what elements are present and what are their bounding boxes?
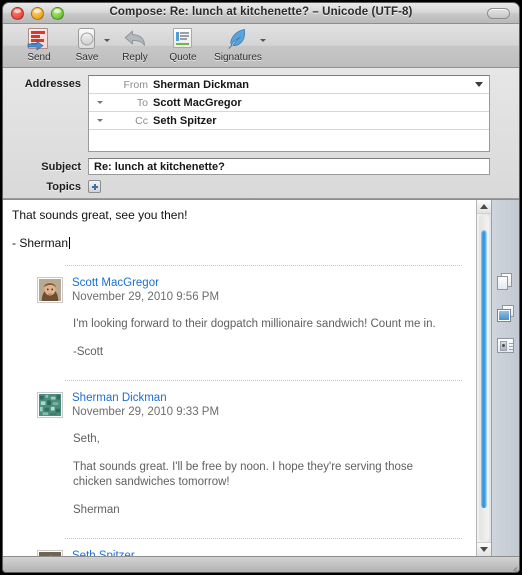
quoted-paragraph: I'm looking forward to their dogpatch mi… [73, 318, 436, 330]
cc-popup-button[interactable] [89, 119, 111, 122]
addresses-row: Addresses From Sherman Dickman To Scott … [3, 75, 519, 152]
quote-icon [170, 27, 196, 51]
editor-area: That sounds great, see you then! - Sherm… [3, 199, 519, 556]
signatures-menu-caret-icon[interactable] [260, 39, 266, 42]
avatar-image [39, 394, 61, 416]
address-row-from[interactable]: From Sherman Dickman [89, 76, 489, 94]
quoted-author[interactable]: Sherman Dickman [72, 392, 219, 405]
address-row-empty[interactable] [89, 130, 489, 151]
addresses-label: Addresses [24, 78, 81, 90]
quoted-header: Sherman Dickman November 29, 2010 9:33 P… [12, 392, 462, 419]
cc-type-label: Cc [135, 114, 148, 127]
topics-row: Topics [3, 180, 519, 193]
message-body-editor[interactable]: That sounds great, see you then! - Sherm… [3, 200, 476, 556]
topics-label: Topics [46, 180, 81, 193]
quoted-body: Seth, That sounds great. I'll be free by… [12, 432, 462, 518]
side-rail [491, 200, 519, 556]
compose-line-2: - Sherman [12, 236, 69, 250]
scrollbar-thumb[interactable] [481, 230, 487, 508]
quoted-paragraph: -Scott [73, 346, 104, 358]
chevron-down-icon [97, 101, 103, 104]
save-label: Save [75, 52, 99, 63]
compose-line-1: That sounds great, see you then! [12, 208, 188, 222]
sherman-avatar [37, 392, 63, 418]
quoted-meta: Sherman Dickman November 29, 2010 9:33 P… [72, 392, 219, 419]
quoted-message: Sherman Dickman November 29, 2010 9:33 P… [12, 381, 462, 522]
signature-icon [225, 27, 251, 51]
send-label: Send [27, 52, 51, 63]
scrollbar-track[interactable] [479, 214, 489, 542]
quoted-date: November 29, 2010 9:56 PM [72, 291, 220, 303]
quoted-author[interactable]: Scott MacGregor [72, 277, 219, 290]
send-arrow-glyph [27, 41, 44, 51]
feather-quill-glyph [228, 29, 246, 49]
quote-button[interactable]: Quote [159, 26, 207, 66]
quoted-message: Scott MacGregor November 29, 2010 9:56 P… [12, 266, 462, 364]
quoted-message: Seth Spitzer November 29, 2010 9:28 PM [12, 539, 462, 556]
vertical-scrollbar[interactable] [476, 200, 491, 556]
window-title: Compose: Re: lunch at kitchenette? – Uni… [109, 6, 413, 18]
resize-grip[interactable] [504, 563, 518, 572]
compose-window: Compose: Re: lunch at kitchenette? – Uni… [2, 2, 520, 573]
reply-button[interactable]: Reply [111, 26, 159, 66]
save-menu-caret-icon[interactable] [104, 39, 110, 42]
to-value[interactable]: Scott MacGregor [153, 97, 489, 109]
cc-value[interactable]: Seth Spitzer [153, 115, 489, 127]
scott-avatar [37, 277, 63, 303]
contact-card-icon[interactable] [496, 336, 516, 356]
quoted-header: Scott MacGregor November 29, 2010 9:56 P… [12, 277, 462, 304]
from-value[interactable]: Sherman Dickman [153, 79, 489, 91]
quoted-paragraph: Seth, [73, 433, 100, 445]
layers-window-icon[interactable] [496, 304, 516, 324]
quoted-paragraph: Sherman [73, 504, 120, 516]
status-bar [3, 556, 519, 572]
quoted-paragraph: That sounds great. I'll be free by noon.… [73, 461, 414, 488]
add-topic-button[interactable] [88, 180, 101, 193]
quoted-meta: Scott MacGregor November 29, 2010 9:56 P… [72, 277, 219, 304]
avatar-image [39, 279, 61, 301]
send-button[interactable]: Send [15, 26, 63, 66]
from-type-label: From [123, 78, 149, 91]
address-row-to[interactable]: To Scott MacGregor [89, 94, 489, 112]
text-caret [69, 237, 71, 249]
to-popup-button[interactable] [89, 101, 111, 104]
chevron-down-icon [97, 119, 103, 122]
subject-label: Subject [41, 161, 81, 173]
subject-input[interactable]: Re: lunch at kitchenette? [88, 158, 490, 175]
from-dropdown-icon[interactable] [475, 82, 483, 87]
reply-label: Reply [122, 52, 148, 63]
addresses-box[interactable]: From Sherman Dickman To Scott MacGregor … [88, 75, 490, 152]
subject-row: Subject Re: lunch at kitchenette? [3, 158, 519, 175]
toolbar: Send Save Reply Quote Signatures [3, 24, 519, 68]
scroll-up-arrow[interactable] [477, 200, 491, 214]
header-fields: Addresses From Sherman Dickman To Scott … [3, 68, 519, 199]
scroll-down-arrow[interactable] [477, 542, 491, 556]
to-type-label: To [136, 96, 148, 109]
signatures-button[interactable]: Signatures [207, 26, 269, 66]
quoted-date: November 29, 2010 9:33 PM [72, 406, 220, 418]
toolbar-toggle-button[interactable] [487, 8, 510, 19]
signatures-label: Signatures [214, 52, 262, 63]
title-bar: Compose: Re: lunch at kitchenette? – Uni… [3, 3, 519, 24]
reply-arrow-glyph [124, 30, 146, 46]
save-button[interactable]: Save [63, 26, 111, 66]
compose-line-2-wrap: - Sherman [12, 236, 462, 251]
address-row-cc[interactable]: Cc Seth Spitzer [89, 112, 489, 130]
save-icon [74, 27, 100, 51]
reply-icon [122, 27, 148, 51]
documents-stack-icon[interactable] [496, 272, 516, 292]
send-icon [26, 27, 52, 51]
quote-label: Quote [169, 52, 197, 63]
quoted-body: I'm looking forward to their dogpatch mi… [12, 317, 462, 360]
